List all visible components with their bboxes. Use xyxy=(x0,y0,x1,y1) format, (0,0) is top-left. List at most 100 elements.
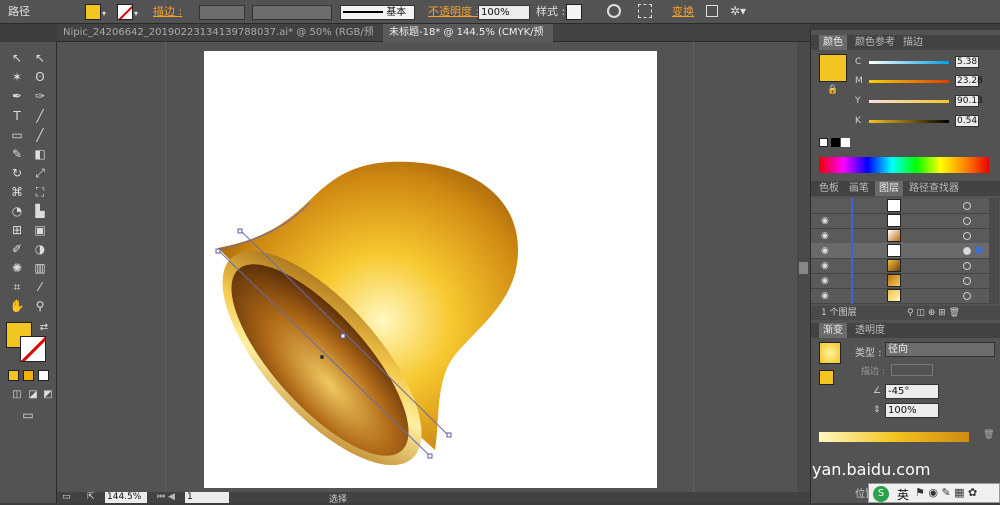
channel-c-slider[interactable] xyxy=(869,61,949,64)
target-icon[interactable] xyxy=(963,232,971,240)
align-icon[interactable] xyxy=(638,4,652,18)
symbol-sprayer-icon[interactable]: ✺ xyxy=(9,260,25,276)
draw-behind-icon[interactable]: ◪ xyxy=(25,387,41,403)
anchor-point[interactable] xyxy=(427,453,433,459)
variable-width-dropdown[interactable] xyxy=(252,5,332,20)
share-icon[interactable]: ⇱ xyxy=(87,492,95,502)
layer-row[interactable]: ◉ xyxy=(811,213,989,229)
direct-selection-icon[interactable]: ↖ xyxy=(32,50,48,66)
target-icon[interactable] xyxy=(963,202,971,210)
none-color-icon[interactable] xyxy=(819,138,828,147)
channel-m-value[interactable]: 23.28 xyxy=(955,75,983,87)
ime-tools-icon[interactable]: ⚑ ◉ ✎ ▦ ✿ xyxy=(915,486,977,499)
opacity-label[interactable]: 不透明度 : xyxy=(428,0,479,24)
layer-actions-icon[interactable]: ⚲ ◫ ⊕ ⊞ 🗑 xyxy=(907,306,960,320)
channel-y-slider[interactable] xyxy=(869,100,949,103)
tab-color[interactable]: 颜色 xyxy=(819,35,847,50)
screen-mode-icon[interactable]: ▭ xyxy=(18,407,38,423)
magic-wand-icon[interactable]: ✶ xyxy=(9,69,25,85)
free-transform-icon[interactable]: ⛶ xyxy=(32,184,48,200)
anchor-point[interactable] xyxy=(340,333,346,339)
stroke-color-box[interactable] xyxy=(20,336,46,362)
color-mode-icon[interactable] xyxy=(8,370,19,381)
gradient-aspect-field[interactable]: 100% xyxy=(885,403,939,418)
layer-row[interactable]: ◉ xyxy=(811,288,989,304)
style-swatch[interactable] xyxy=(566,4,582,20)
zoom-field[interactable]: 144.5% xyxy=(105,492,147,503)
lasso-icon[interactable]: ʘ xyxy=(32,69,48,85)
scroll-thumb[interactable] xyxy=(799,262,808,274)
recolor-icon[interactable] xyxy=(607,4,621,18)
layer-row[interactable] xyxy=(811,198,989,214)
anchor-point[interactable] xyxy=(237,228,243,234)
width-tool-icon[interactable]: ⌘ xyxy=(9,184,25,200)
tab-nipic[interactable]: Nipic_24206642_20190223134139788037.ai* … xyxy=(57,24,383,56)
anchor-point[interactable] xyxy=(215,248,221,254)
tab-color-guide[interactable]: 颜色参考 xyxy=(851,35,899,50)
tab-layers[interactable]: 图层 xyxy=(875,181,903,196)
gradient-slider[interactable] xyxy=(819,432,969,442)
transform-link[interactable]: 变换 xyxy=(672,0,694,24)
channel-k-slider[interactable] xyxy=(869,120,949,123)
shape-builder-icon[interactable]: ◔ xyxy=(9,203,25,219)
slice-tool-icon[interactable]: ⁄ xyxy=(32,279,48,295)
artboard-tool-icon[interactable]: ⌗ xyxy=(9,279,25,295)
layers-scrollbar[interactable] xyxy=(989,198,999,304)
vertical-scrollbar[interactable] xyxy=(797,42,810,492)
isolate-icon[interactable] xyxy=(706,5,718,17)
rotate-tool-icon[interactable]: ↻ xyxy=(9,165,25,181)
target-icon[interactable] xyxy=(963,292,971,300)
gradient-tool-icon[interactable]: ▣ xyxy=(32,222,48,238)
eye-icon[interactable]: ◉ xyxy=(821,276,831,286)
target-icon[interactable] xyxy=(963,217,971,225)
tab-brushes[interactable]: 画笔 xyxy=(845,181,873,196)
page-field[interactable]: 1 xyxy=(185,492,229,503)
opacity-field[interactable]: 100% xyxy=(478,5,530,20)
perspective-grid-icon[interactable]: ▙ xyxy=(32,203,48,219)
stroke-weight-field[interactable] xyxy=(199,5,245,20)
anchor-point[interactable] xyxy=(446,432,452,438)
rectangle-tool-icon[interactable]: ▭ xyxy=(9,127,25,143)
target-icon[interactable] xyxy=(963,247,971,255)
target-icon[interactable] xyxy=(963,277,971,285)
draw-inside-icon[interactable]: ◩ xyxy=(40,387,56,403)
stroke-label[interactable]: 描边 : xyxy=(153,0,182,24)
white-color-icon[interactable] xyxy=(841,138,850,147)
graph-tool-icon[interactable]: ▥ xyxy=(32,260,48,276)
paintbrush-icon[interactable]: ╱ xyxy=(32,127,48,143)
hand-tool-icon[interactable]: ✋ xyxy=(9,298,25,314)
tab-transparency[interactable]: 透明度 xyxy=(851,323,889,338)
draw-normal-icon[interactable]: ◫ xyxy=(9,387,25,403)
mesh-tool-icon[interactable]: ⊞ xyxy=(9,222,25,238)
pencil-tool-icon[interactable]: ✎ xyxy=(9,146,25,162)
black-color-icon[interactable] xyxy=(831,138,840,147)
channel-k-value[interactable]: 0.54 xyxy=(955,115,979,127)
pen-tool-icon[interactable]: ✒ xyxy=(9,88,25,104)
gradient-mode-icon[interactable] xyxy=(23,370,34,381)
tab-gradient[interactable]: 渐变 xyxy=(819,323,847,338)
eye-icon[interactable]: ◉ xyxy=(821,291,831,301)
channel-y-value[interactable]: 90.13 xyxy=(955,95,983,107)
blend-tool-icon[interactable]: ◑ xyxy=(32,241,48,257)
fill-swatch[interactable] xyxy=(85,4,101,20)
color-swatch-large[interactable] xyxy=(819,54,847,82)
layer-row[interactable]: ◉ xyxy=(811,228,989,244)
ime-language[interactable]: 英 xyxy=(897,486,909,503)
tab-swatches[interactable]: 色板 xyxy=(815,181,843,196)
channel-m-slider[interactable] xyxy=(869,80,949,83)
layer-row-selected[interactable]: ◉ xyxy=(811,243,989,259)
bell-artwork[interactable] xyxy=(200,150,530,470)
delete-stop-icon[interactable]: 🗑 xyxy=(983,430,994,440)
eye-icon[interactable]: ◉ xyxy=(821,246,831,256)
color-spectrum[interactable] xyxy=(819,157,989,173)
line-tool-icon[interactable]: ╱ xyxy=(32,108,48,124)
layer-row[interactable]: ◉ xyxy=(811,273,989,289)
gradient-angle-field[interactable]: -45° xyxy=(885,384,939,399)
selection-tool-icon[interactable]: ↖ xyxy=(9,50,25,66)
channel-c-value[interactable]: 5.38 xyxy=(955,56,979,68)
eraser-tool-icon[interactable]: ◧ xyxy=(32,146,48,162)
scale-tool-icon[interactable]: ⤢ xyxy=(32,165,48,181)
eyedropper-icon[interactable]: ✐ xyxy=(9,241,25,257)
ime-logo-icon[interactable]: S xyxy=(873,486,889,502)
target-icon[interactable] xyxy=(963,262,971,270)
